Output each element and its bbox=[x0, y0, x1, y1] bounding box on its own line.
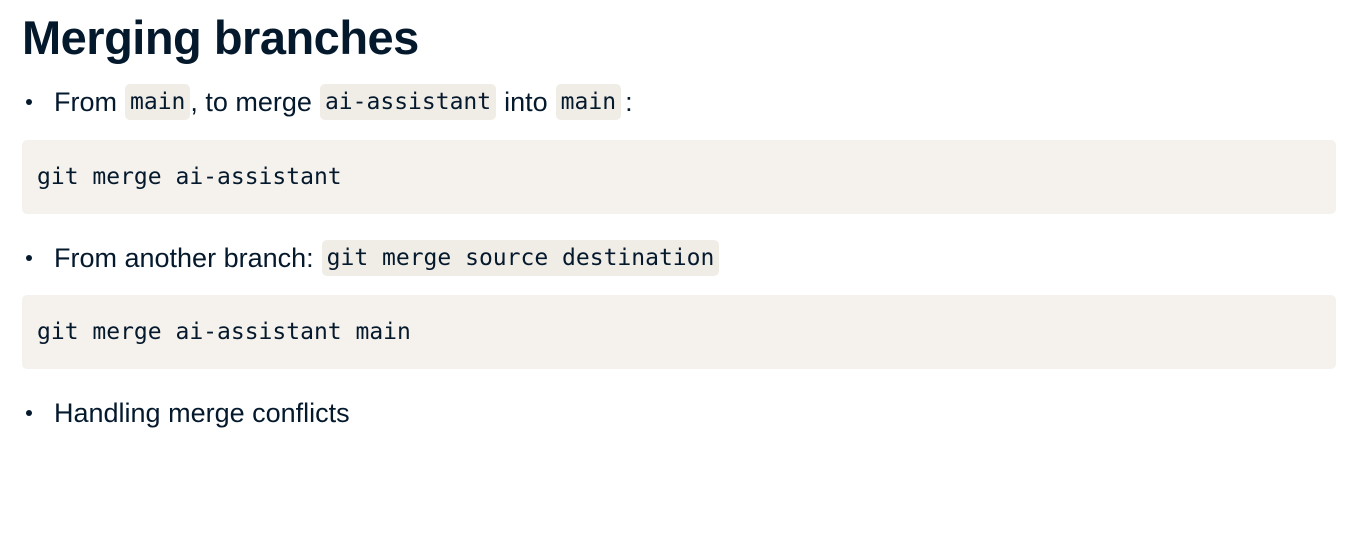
code-block-merge-ai-assistant-main: git merge ai-assistant main bbox=[22, 295, 1336, 369]
bullet-text-from: From bbox=[54, 87, 117, 117]
inline-code-merge-syntax: git merge source destination bbox=[321, 240, 720, 276]
bullet-text-colon: : bbox=[625, 87, 633, 117]
code-block-merge-ai-assistant: git merge ai-assistant bbox=[22, 140, 1336, 214]
slide-title: Merging branches bbox=[22, 11, 419, 64]
bullet-text-into: into bbox=[504, 87, 548, 117]
bullet-text-merge-conflicts: Handling merge conflicts bbox=[54, 398, 350, 428]
bullet-dot bbox=[26, 99, 32, 105]
inline-code-main: main bbox=[125, 84, 191, 120]
inline-code-ai-assistant: ai-assistant bbox=[319, 84, 497, 120]
bullet-text-to-merge: , to merge bbox=[190, 87, 312, 117]
bullet-merge-from-another-branch: From another branch: git merge source de… bbox=[22, 238, 720, 278]
bullet-dot bbox=[26, 410, 32, 416]
inline-code-main-target: main bbox=[555, 84, 622, 120]
bullet-text-another-branch: From another branch: bbox=[54, 243, 314, 273]
bullet-merge-from-main: From main , to merge ai-assistant into m… bbox=[22, 82, 633, 122]
bullet-merge-conflicts: Handling merge conflicts bbox=[22, 393, 350, 433]
bullet-dot bbox=[26, 255, 32, 261]
